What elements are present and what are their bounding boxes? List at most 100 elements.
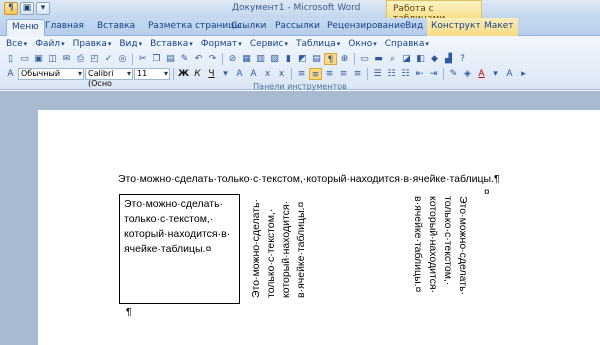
tables-borders-icon[interactable]: ▦ xyxy=(240,53,253,65)
save-icon[interactable]: ▣ xyxy=(20,2,34,15)
tab-menu[interactable]: Меню xyxy=(6,19,45,36)
text-effects-icon[interactable]: A xyxy=(503,68,516,80)
superscript-icon[interactable]: x xyxy=(275,68,288,80)
toolbars-group-label: Панели инструментов xyxy=(253,82,347,91)
tab-view[interactable]: Вид xyxy=(405,21,423,31)
decrease-indent-icon[interactable]: ⇤ xyxy=(413,68,426,80)
print-icon[interactable]: ⎙ xyxy=(74,53,87,65)
table-cell[interactable]: Это·можно·сделать· только·с·текстом,· ко… xyxy=(119,194,240,304)
show-formatting-icon[interactable]: ¶ xyxy=(324,53,337,65)
menu-help[interactable]: Справка▾ xyxy=(381,38,433,50)
menu-all[interactable]: Все▾ xyxy=(2,38,31,50)
char-border-icon[interactable]: A xyxy=(233,68,246,80)
dropdown-icon[interactable]: ▾ xyxy=(36,2,50,15)
distributed-icon[interactable]: ≡ xyxy=(351,68,364,80)
font-color-dropdown-icon[interactable]: ▾ xyxy=(489,68,502,80)
read-icon[interactable]: ▭ xyxy=(358,53,371,65)
cut-icon[interactable]: ✂ xyxy=(136,53,149,65)
open-icon[interactable]: ▭ xyxy=(18,53,31,65)
menu-edit[interactable]: Правка▾ xyxy=(69,38,116,50)
columns-icon[interactable]: ▮ xyxy=(282,53,295,65)
hyperlink-icon[interactable]: ⊘ xyxy=(226,53,239,65)
paste-icon[interactable]: ▤ xyxy=(164,53,177,65)
styles-icon[interactable]: ◪ xyxy=(400,53,413,65)
print-preview-icon[interactable]: ◰ xyxy=(88,53,101,65)
window-title: Документ1 - Microsoft Word xyxy=(232,3,361,13)
drawing-icon[interactable]: ◩ xyxy=(296,53,309,65)
shading-icon[interactable]: ◈ xyxy=(461,68,474,80)
picture-icon[interactable]: ◧ xyxy=(414,53,427,65)
font-color-icon[interactable]: A xyxy=(475,68,488,80)
font-size-select[interactable]: 11 xyxy=(134,68,170,80)
underline-button[interactable]: Ч xyxy=(205,68,218,80)
line-spacing-icon[interactable]: ☰ xyxy=(371,68,384,80)
insert-table-icon[interactable]: ▥ xyxy=(254,53,267,65)
paragraph-icon[interactable]: ¶ xyxy=(4,2,18,15)
cell-text[interactable]: Это·можно·сделать· только·с·текстом,· ко… xyxy=(124,197,239,257)
research-icon[interactable]: ◎ xyxy=(116,53,129,65)
standard-toolbar: ▯ ▭ ▣ ◫ ✉ ⎙ ◰ ✓ ◎ ✂ ❐ ▤ ✎ ↶ ↷ ⊘ ▦ ▥ ▧ ▮ … xyxy=(4,52,469,66)
tab-mailings[interactable]: Рассылки xyxy=(275,21,320,31)
new-document-icon[interactable]: ▯ xyxy=(4,53,17,65)
help-icon[interactable]: ? xyxy=(456,53,469,65)
shapes-icon[interactable]: ◆ xyxy=(428,53,441,65)
vertical-text-down[interactable]: Это·можно·сделать· только·с·текстом,· ко… xyxy=(410,196,470,295)
align-left-icon[interactable]: ≡ xyxy=(295,68,308,80)
chart-icon[interactable]: ▟ xyxy=(442,53,455,65)
document-page[interactable]: Это·можно·сделать· только·с·текстом,· кото… xyxy=(38,110,600,345)
paragraph-mark: ¶ xyxy=(126,306,132,318)
quick-access-toolbar: ¶ ▣ ▾ xyxy=(4,2,50,15)
italic-button[interactable]: К xyxy=(191,68,204,80)
cell-line: ячейке·таблицы.¤ xyxy=(124,243,212,255)
ribbon-tabs: Меню Главная Вставка Разметка страницы С… xyxy=(0,18,600,36)
tab-review[interactable]: Рецензирование xyxy=(327,21,405,31)
undo-icon[interactable]: ↶ xyxy=(192,53,205,65)
permission-icon[interactable]: ◫ xyxy=(46,53,59,65)
menu-view[interactable]: Вид▾ xyxy=(115,38,146,50)
menu-file[interactable]: Файл▾ xyxy=(31,38,68,50)
tab-page-layout[interactable]: Разметка страницы xyxy=(148,21,242,31)
justify-icon[interactable]: ≡ xyxy=(337,68,350,80)
align-right-icon[interactable]: ≡ xyxy=(323,68,336,80)
copy-icon[interactable]: ❐ xyxy=(150,53,163,65)
cell-line: Это·можно·сделать· xyxy=(124,198,224,210)
menu-window[interactable]: Окно▾ xyxy=(344,38,380,50)
tab-layout[interactable]: Макет xyxy=(480,18,518,36)
numbering-icon[interactable]: ☷ xyxy=(385,68,398,80)
zoom-icon[interactable]: ⊕ xyxy=(338,53,351,65)
find-icon[interactable]: ⌕ xyxy=(386,53,399,65)
subscript-icon[interactable]: x xyxy=(261,68,274,80)
formatting-toolbar: A Обычный Calibri (Осно 11 Ж К Ч ▾ A A x… xyxy=(4,67,530,88)
insert-excel-icon[interactable]: ▧ xyxy=(268,53,281,65)
bold-button[interactable]: Ж xyxy=(177,68,190,80)
styles-pane-icon[interactable]: A xyxy=(4,68,17,80)
strikethrough-icon[interactable]: ▾ xyxy=(219,68,232,80)
bullets-icon[interactable]: ☷ xyxy=(399,68,412,80)
cell-line: только·с·текстом,· xyxy=(124,213,214,225)
increase-indent-icon[interactable]: ⇥ xyxy=(427,68,440,80)
menu-insert[interactable]: Вставка▾ xyxy=(146,38,197,50)
document-map-icon[interactable]: ▤ xyxy=(310,53,323,65)
menu-format[interactable]: Формат▾ xyxy=(197,38,246,50)
menu-table[interactable]: Таблица▾ xyxy=(292,38,344,50)
email-icon[interactable]: ✉ xyxy=(60,53,73,65)
tab-references[interactable]: Ссылки xyxy=(231,21,266,31)
cell-line: который·находится·в· xyxy=(124,228,231,240)
folder-icon[interactable]: ▬ xyxy=(372,53,385,65)
menu-tools[interactable]: Сервис▾ xyxy=(246,38,292,50)
redo-icon[interactable]: ↷ xyxy=(206,53,219,65)
spelling-icon[interactable]: ✓ xyxy=(102,53,115,65)
style-select[interactable]: Обычный xyxy=(18,68,84,80)
vertical-text-up[interactable]: Это·можно·сделать· только·с·текстом,· ко… xyxy=(249,199,309,298)
save-icon[interactable]: ▣ xyxy=(32,53,45,65)
tab-insert[interactable]: Вставка xyxy=(97,21,135,31)
font-name-select[interactable]: Calibri (Осно xyxy=(85,68,133,88)
align-center-icon[interactable]: ≡ xyxy=(309,68,322,80)
char-shading-icon[interactable]: A xyxy=(247,68,260,80)
table-tools-context-label: Работа с таблицами xyxy=(386,0,482,24)
format-painter-icon[interactable]: ✎ xyxy=(178,53,191,65)
toolbar-options-icon[interactable]: ▸ xyxy=(517,68,530,80)
highlight-icon[interactable]: ✎ xyxy=(447,68,460,80)
paragraph-text[interactable]: Это·можно·сделать·только·с·текстом,·кото… xyxy=(118,173,500,185)
tab-home[interactable]: Главная xyxy=(45,21,84,31)
